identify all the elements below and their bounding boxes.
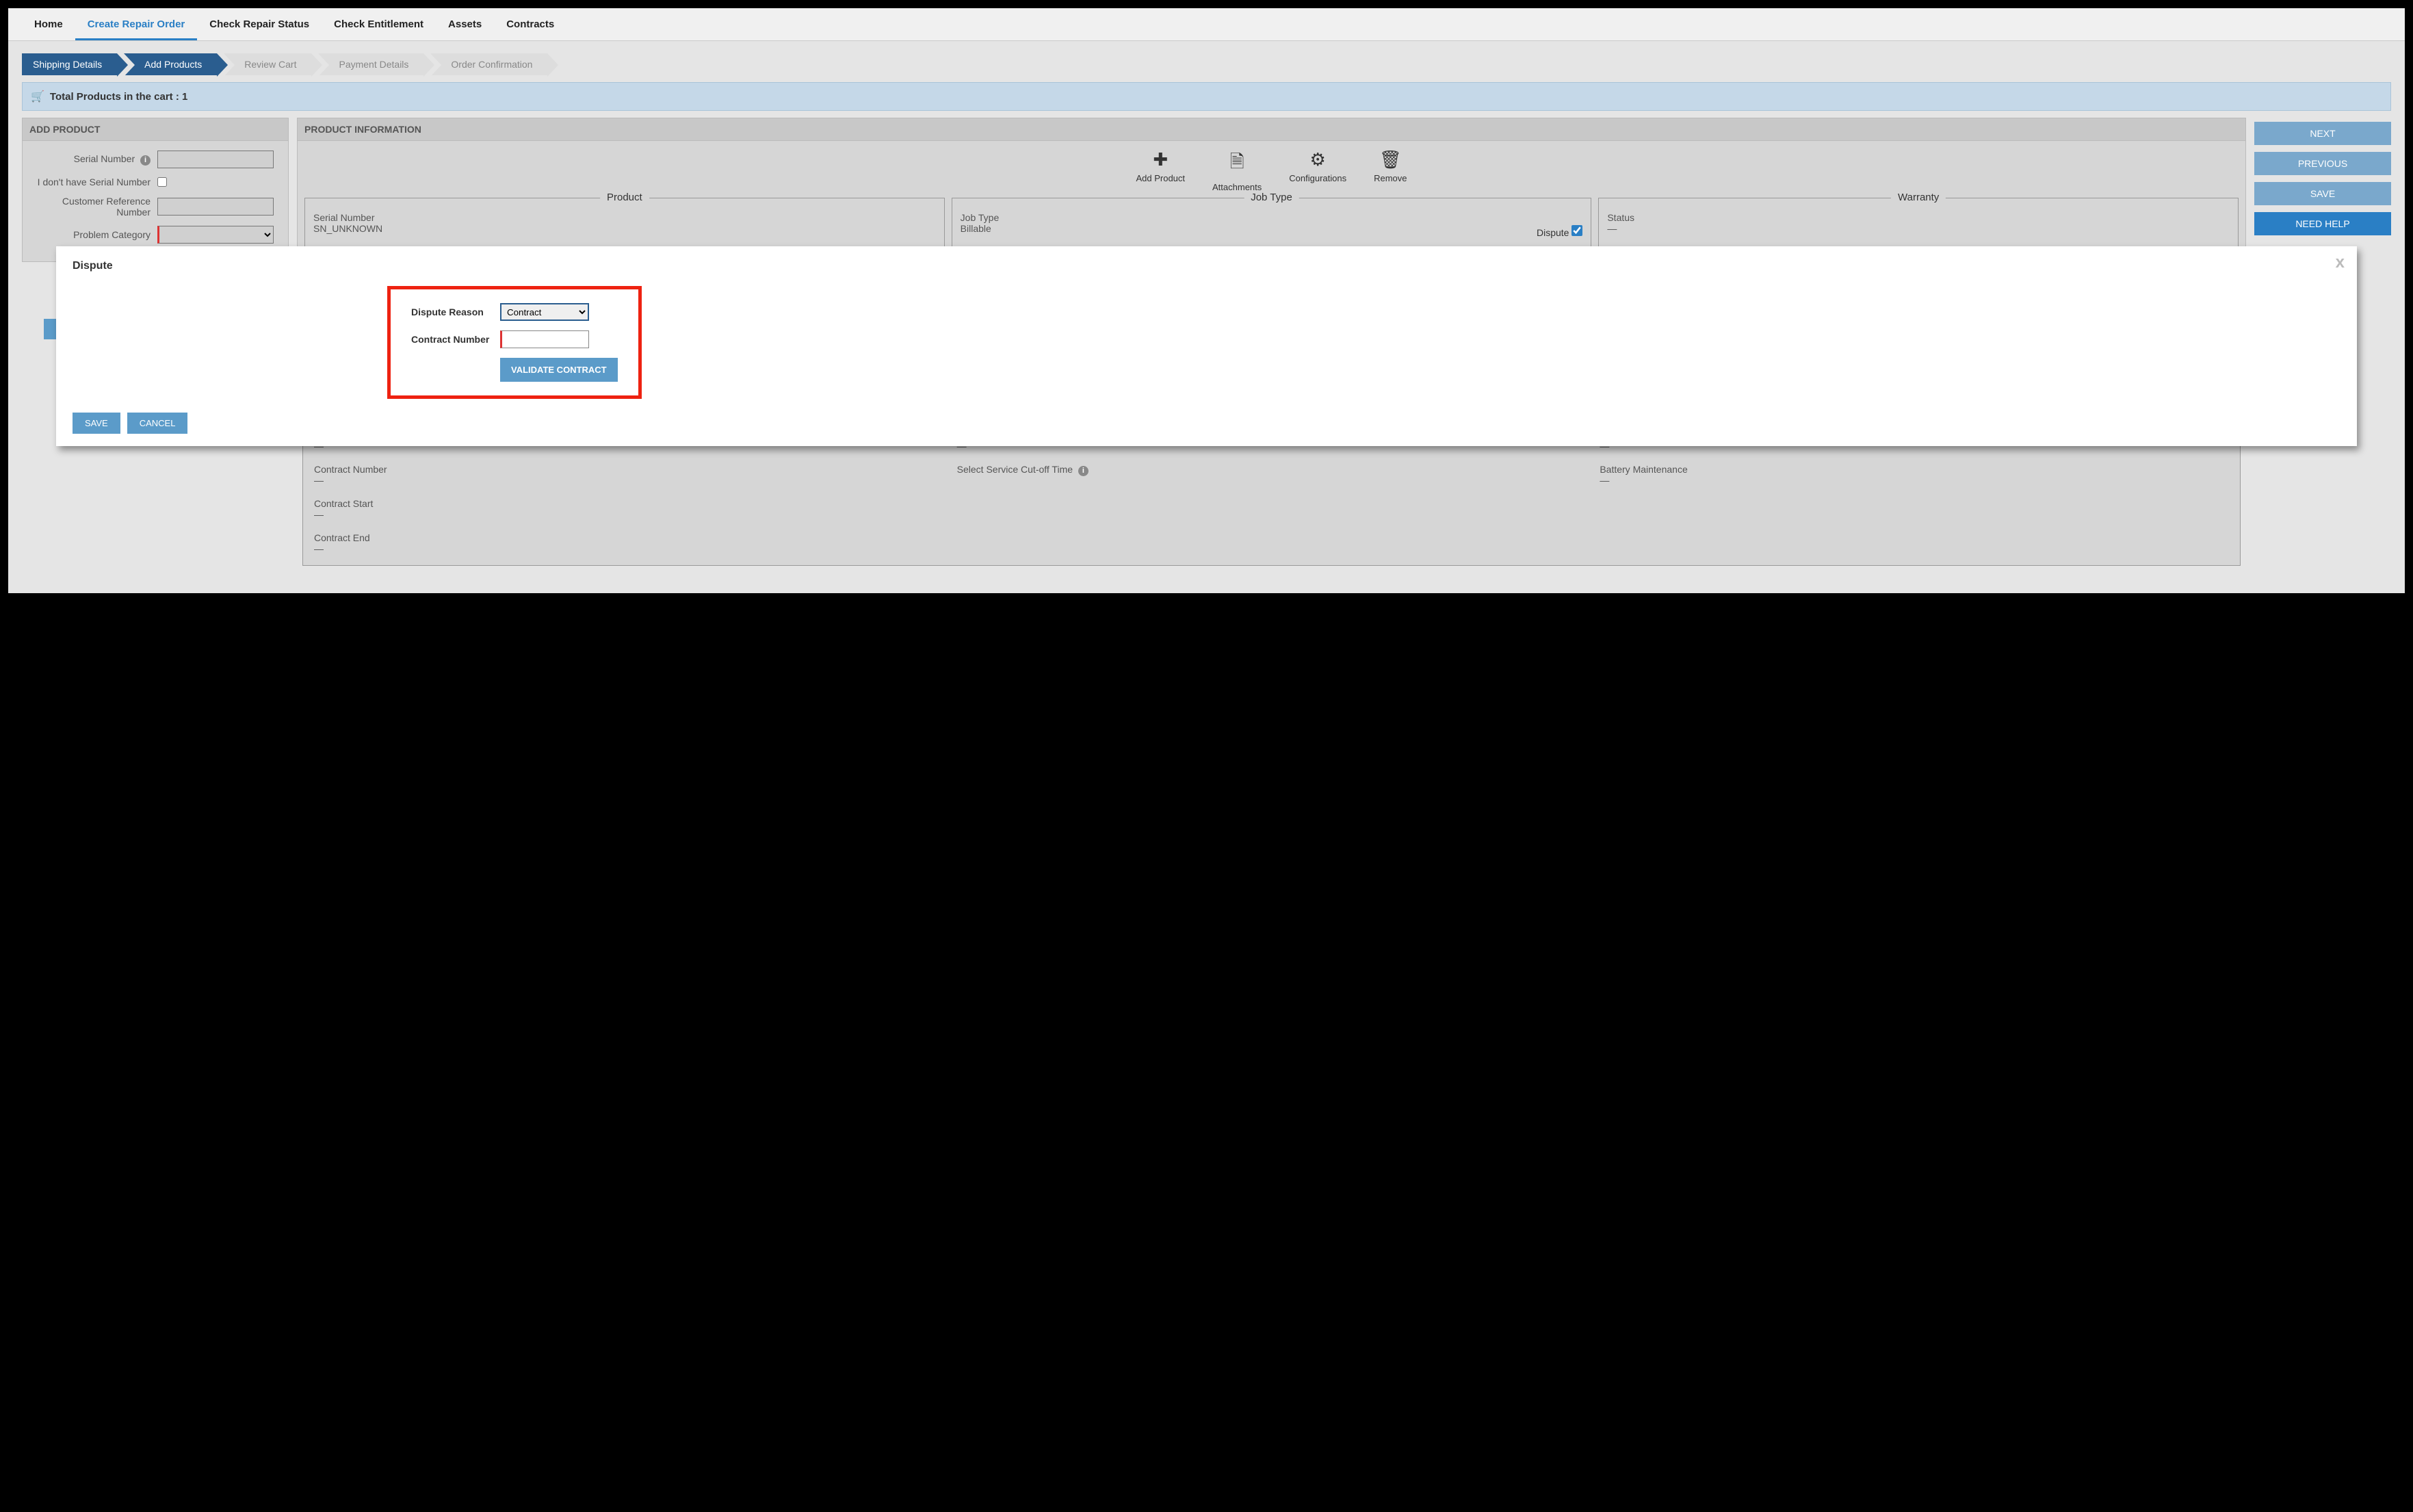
tab-contracts[interactable]: Contracts <box>494 8 566 40</box>
tab-check-repair-status[interactable]: Check Repair Status <box>197 8 322 40</box>
contract-number-label: Contract Number <box>314 464 943 475</box>
warranty-status-label: Status <box>1607 212 2230 223</box>
cart-count-label: Total Products in the cart : 1 <box>50 91 187 103</box>
main-columns: ADD PRODUCT Serial Number i I don't have… <box>22 118 2391 262</box>
modal-title: Dispute <box>73 260 2340 272</box>
cart-icon: 🛒 <box>31 90 44 103</box>
configurations-label: Configurations <box>1289 173 1346 183</box>
tab-assets[interactable]: Assets <box>436 8 494 40</box>
previous-button[interactable]: PREVIOUS <box>2254 152 2391 175</box>
need-help-button[interactable]: NEED HELP <box>2254 212 2391 235</box>
validate-contract-button[interactable]: VALIDATE CONTRACT <box>500 358 618 382</box>
job-type-label: Job Type <box>961 212 1583 223</box>
contract-end-label: Contract End <box>314 532 943 543</box>
document-icon: 🗎 <box>1212 149 1262 179</box>
trash-icon: 🗑 <box>1374 149 1407 170</box>
save-button[interactable]: SAVE <box>2254 182 2391 205</box>
dispute-reason-label: Dispute Reason <box>411 307 500 317</box>
serial-number-label: Serial Number i <box>31 153 157 166</box>
cart-bar: 🛒 Total Products in the cart : 1 <box>22 82 2391 111</box>
highlight-box: Dispute Reason Contract Contract Number … <box>387 286 642 399</box>
tab-create-repair-order[interactable]: Create Repair Order <box>75 8 198 40</box>
customer-ref-label: Customer Reference Number <box>31 196 157 218</box>
info-icon[interactable]: i <box>140 155 151 166</box>
product-fieldset: Product Serial Number SN_UNKNOWN <box>304 198 945 248</box>
battery-label: Battery Maintenance <box>1600 464 2229 475</box>
contract-start-value: — <box>314 509 943 520</box>
battery-value: — <box>1600 475 2229 486</box>
modal-contract-number-input[interactable] <box>500 330 589 348</box>
dispute-label: Dispute <box>1537 227 1569 238</box>
tab-check-entitlement[interactable]: Check Entitlement <box>322 8 436 40</box>
modal-contract-number-label: Contract Number <box>411 334 500 345</box>
job-type-legend: Job Type <box>1244 192 1299 203</box>
add-product-panel: ADD PRODUCT Serial Number i I don't have… <box>22 118 289 262</box>
modal-cancel-button[interactable]: CANCEL <box>127 413 188 434</box>
dispute-checkbox[interactable] <box>1571 225 1582 236</box>
problem-category-select[interactable] <box>157 226 274 244</box>
customer-ref-input[interactable] <box>157 198 274 216</box>
job-type-fieldset: Job Type Job Type Billable Dispute <box>952 198 1592 248</box>
configurations-button[interactable]: ⚙ Configurations <box>1289 149 1346 192</box>
wizard-steps: Shipping Details Add Products Review Car… <box>22 53 2391 75</box>
add-product-label: Add Product <box>1136 173 1185 183</box>
warranty-status-value: — <box>1607 223 2230 234</box>
step-order-confirmation[interactable]: Order Confirmation <box>430 53 547 75</box>
contract-end-value: — <box>314 543 943 554</box>
serial-value: SN_UNKNOWN <box>313 223 936 234</box>
app-frame: Home Create Repair Order Check Repair St… <box>8 8 2405 593</box>
product-actions: ✚ Add Product 🗎 Attachments ⚙ Configurat… <box>298 141 2245 198</box>
tab-home[interactable]: Home <box>22 8 75 40</box>
step-payment-details[interactable]: Payment Details <box>318 53 423 75</box>
plus-icon: ✚ <box>1136 149 1185 170</box>
contract-start-label: Contract Start <box>314 498 943 509</box>
top-tabs: Home Create Repair Order Check Repair St… <box>8 8 2405 41</box>
problem-category-label: Problem Category <box>31 229 157 240</box>
modal-save-button[interactable]: SAVE <box>73 413 120 434</box>
info-icon[interactable]: i <box>1078 466 1088 476</box>
step-review-cart[interactable]: Review Cart <box>224 53 311 75</box>
no-serial-label: I don't have Serial Number <box>31 177 157 187</box>
add-product-title: ADD PRODUCT <box>23 118 288 141</box>
side-buttons: NEXT PREVIOUS SAVE NEED HELP <box>2254 118 2391 235</box>
dispute-reason-select[interactable]: Contract <box>500 303 589 321</box>
step-shipping-details[interactable]: Shipping Details <box>22 53 117 75</box>
add-product-button[interactable]: ✚ Add Product <box>1136 149 1185 192</box>
dispute-modal: x Dispute Dispute Reason Contract Contra… <box>56 246 2357 446</box>
warranty-legend: Warranty <box>1891 192 1946 203</box>
warranty-fieldset: Warranty Status — <box>1598 198 2239 248</box>
product-info-panel: PRODUCT INFORMATION ✚ Add Product 🗎 Atta… <box>297 118 2246 256</box>
settings-icon: ⚙ <box>1289 149 1346 170</box>
next-button[interactable]: NEXT <box>2254 122 2391 145</box>
remove-button[interactable]: 🗑 Remove <box>1374 149 1407 192</box>
product-legend: Product <box>600 192 649 203</box>
attachments-label: Attachments <box>1212 182 1262 192</box>
no-serial-checkbox[interactable] <box>157 177 167 187</box>
step-add-products[interactable]: Add Products <box>124 53 217 75</box>
hidden-button-edge <box>44 319 56 339</box>
contract-number-value: — <box>314 475 943 486</box>
remove-label: Remove <box>1374 173 1407 183</box>
product-info-title: PRODUCT INFORMATION <box>298 118 2245 141</box>
attachments-button[interactable]: 🗎 Attachments <box>1212 149 1262 192</box>
cutoff-label: Select Service Cut-off Time i <box>957 464 1587 476</box>
serial-number-input[interactable] <box>157 151 274 168</box>
job-type-value: Billable <box>961 223 991 234</box>
close-icon[interactable]: x <box>2336 253 2345 272</box>
serial-label: Serial Number <box>313 212 936 223</box>
